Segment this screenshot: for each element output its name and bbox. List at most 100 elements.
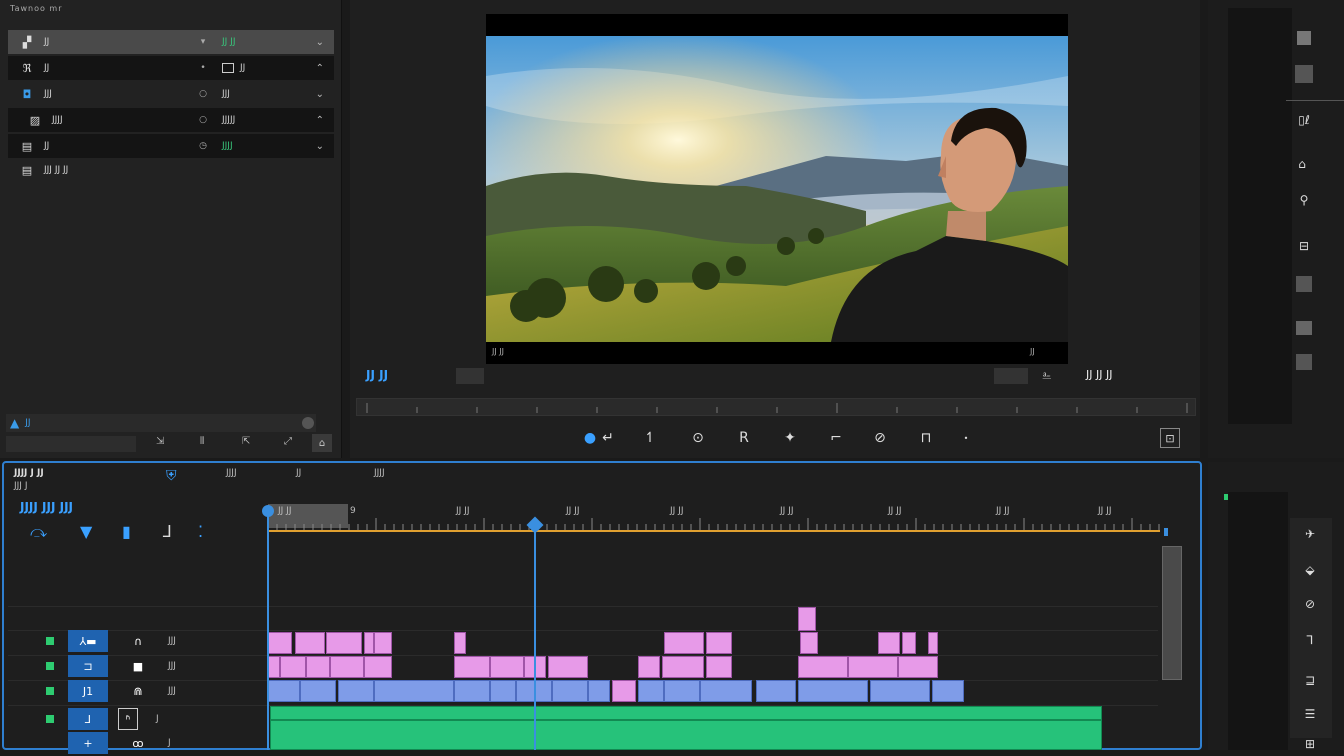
video-clip[interactable] xyxy=(454,632,466,654)
track-select-icon[interactable] xyxy=(1290,62,1318,86)
video-clip[interactable] xyxy=(878,632,900,654)
track-enable-dot[interactable] xyxy=(46,687,54,695)
collapse-icon[interactable]: ⌃ xyxy=(316,63,324,74)
selection-tool-icon[interactable] xyxy=(1290,26,1318,50)
resolution-dropdown[interactable] xyxy=(994,368,1028,384)
mark-in-icon[interactable]: ● xyxy=(580,428,600,448)
link-icon[interactable]: ꝏ xyxy=(118,732,158,754)
video-clip[interactable] xyxy=(798,607,816,631)
video-clip[interactable] xyxy=(848,656,898,678)
video-clip[interactable] xyxy=(364,632,374,654)
nest-icon[interactable]: ⤼ xyxy=(30,522,47,542)
button-editor-icon[interactable]: ⊡ xyxy=(1160,428,1180,448)
audio-clip[interactable] xyxy=(870,680,930,702)
video-clip[interactable] xyxy=(280,656,306,678)
video-clip[interactable] xyxy=(800,632,818,654)
track-target-button[interactable]: ⅄▬ xyxy=(68,630,108,652)
video-clip[interactable] xyxy=(454,656,490,678)
slip-tool-icon[interactable]: ⚲ xyxy=(1290,188,1318,212)
settings-icon[interactable]: ⁚ xyxy=(198,522,203,541)
video-clip[interactable] xyxy=(612,680,636,702)
project-item-3[interactable]: ◘ JJJ ○ JJJ ⌄ xyxy=(8,82,334,106)
video-clip[interactable] xyxy=(706,656,732,678)
overwrite-icon[interactable]: ⌐ xyxy=(826,428,846,448)
footer-search-input[interactable] xyxy=(6,436,136,452)
play-icon[interactable]: ⊙ xyxy=(688,428,708,448)
video-clip[interactable] xyxy=(548,656,588,678)
video-clip[interactable] xyxy=(664,632,704,654)
video-clip[interactable] xyxy=(706,632,732,654)
snap-magnet-icon[interactable]: ▼ xyxy=(80,522,92,541)
audio-clip[interactable] xyxy=(300,680,336,702)
export-frame-icon[interactable]: ⊘ xyxy=(870,428,890,448)
video-preview[interactable] xyxy=(486,36,1068,342)
expand-icon[interactable]: ⌄ xyxy=(316,141,324,152)
audio-clip[interactable] xyxy=(756,680,796,702)
freeform-icon[interactable]: ⇱ xyxy=(242,436,250,447)
monitor-scrub-bar[interactable] xyxy=(356,398,1196,416)
add-marker-icon[interactable]: ᒧ xyxy=(162,522,172,541)
audio-clip[interactable] xyxy=(798,680,868,702)
track-enable-dot[interactable] xyxy=(46,637,54,645)
video-clip[interactable] xyxy=(364,656,392,678)
video-clip[interactable] xyxy=(902,632,916,654)
audio-clip[interactable] xyxy=(552,680,588,702)
video-clip[interactable] xyxy=(898,656,938,678)
solo-icon[interactable]: ʱ xyxy=(118,708,138,730)
video-clip[interactable] xyxy=(928,632,938,654)
zoom-tool-icon[interactable] xyxy=(1290,350,1318,374)
video-clip[interactable] xyxy=(330,656,364,678)
menu-item-3[interactable]: JJJJ xyxy=(374,468,385,478)
mute-icon[interactable]: ⋒ xyxy=(118,680,158,702)
audio-clip[interactable] xyxy=(638,680,664,702)
menu-item-1[interactable]: JJJJ xyxy=(226,468,237,478)
video-clip[interactable] xyxy=(662,656,704,678)
expand-icon[interactable]: ⌄ xyxy=(316,89,324,100)
video-clip[interactable] xyxy=(295,632,325,654)
timeline-scrollbar[interactable] xyxy=(1162,546,1182,680)
align-icon[interactable]: ☰ xyxy=(1296,702,1324,726)
razor-tool-icon[interactable]: ⌂ xyxy=(1288,152,1316,176)
playhead-line[interactable] xyxy=(534,524,536,750)
insert-icon[interactable]: ✦ xyxy=(780,428,800,448)
hand-tool-icon[interactable] xyxy=(1290,272,1318,296)
lift-icon[interactable]: ⊓ xyxy=(916,428,936,448)
new-bin-button[interactable]: ⌂ xyxy=(312,434,332,452)
audio-clip[interactable] xyxy=(268,680,300,702)
step-back-icon[interactable]: ↵ xyxy=(598,428,618,448)
marker-icon[interactable]: ⊘ xyxy=(1296,592,1324,616)
linked-select-icon[interactable]: ⬙ xyxy=(1296,558,1324,582)
track-enable-dot[interactable] xyxy=(46,715,54,723)
audio-clip[interactable] xyxy=(932,680,964,702)
audio-clip-green[interactable] xyxy=(270,706,1102,720)
project-item-5[interactable]: ▤ JJ ◷ JJJJ ⌄ xyxy=(8,134,334,158)
mark-out-icon[interactable]: ↿ xyxy=(640,428,660,448)
collapse-icon[interactable]: ⌃ xyxy=(316,115,324,126)
footer-toggle-icon[interactable] xyxy=(302,417,314,429)
fit-dropdown[interactable] xyxy=(456,368,484,384)
video-clip[interactable] xyxy=(326,632,362,654)
add-track-button[interactable]: + xyxy=(68,732,108,754)
audio-clip[interactable] xyxy=(664,680,700,702)
linked-icon[interactable]: ▮ xyxy=(122,522,131,541)
sort-icon[interactable]: ⤢ xyxy=(284,436,292,447)
audio-clip[interactable] xyxy=(454,680,490,702)
type-tool-icon[interactable] xyxy=(1290,316,1318,340)
snap-icon[interactable]: ✈ xyxy=(1296,522,1324,546)
track-target-button[interactable]: ⅃ xyxy=(68,708,108,730)
project-item-4[interactable]: ▨ JJJJ ○ JJJJJ ⌃ xyxy=(8,108,334,132)
work-area-bar[interactable] xyxy=(268,530,1160,532)
pen-tool-icon[interactable]: ⊟ xyxy=(1290,234,1318,258)
shield-icon[interactable]: ⛨ xyxy=(166,468,177,484)
track-target-button[interactable]: J1 xyxy=(68,680,108,702)
grid-icon[interactable]: ⊞ xyxy=(1296,732,1324,756)
video-clip[interactable] xyxy=(374,632,392,654)
video-clip[interactable] xyxy=(268,656,280,678)
list-view-icon[interactable]: ⇲ xyxy=(156,436,164,447)
video-clip[interactable] xyxy=(798,656,848,678)
timecode-display[interactable]: JJ JJ xyxy=(366,368,388,382)
audio-clip[interactable] xyxy=(338,680,374,702)
audio-clip[interactable] xyxy=(374,680,454,702)
video-clip[interactable] xyxy=(638,656,660,678)
captions-icon[interactable]: ⊒ xyxy=(1296,668,1324,692)
